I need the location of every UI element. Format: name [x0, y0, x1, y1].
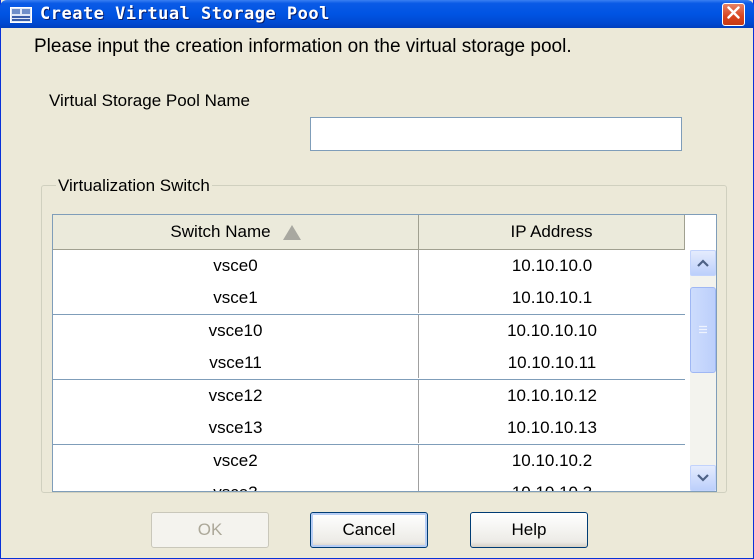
dialog-title: Create Virtual Storage Pool	[40, 4, 330, 24]
table-row[interactable]: vsce3 10.10.10.3	[53, 477, 685, 491]
instruction-text: Please input the creation information on…	[34, 36, 572, 57]
column-header-ip-address[interactable]: IP Address	[419, 215, 685, 250]
create-virtual-storage-pool-dialog: Create Virtual Storage Pool Please input…	[0, 0, 754, 559]
ip-address-cell: 10.10.10.10	[507, 321, 597, 340]
switch-name-cell: vsce3	[53, 477, 419, 491]
table-row[interactable]: vsce10 10.10.10.10	[53, 315, 685, 347]
table-row[interactable]: vsce13 10.10.10.13	[53, 412, 685, 445]
cancel-button[interactable]: Cancel	[310, 512, 428, 548]
close-icon	[727, 5, 740, 24]
ip-address-cell: 10.10.10.2	[511, 451, 593, 470]
ip-address-cell: 10.10.10.11	[507, 352, 597, 372]
column-header-label: IP Address	[510, 222, 593, 241]
column-header-label: Switch Name	[170, 222, 271, 241]
group-legend: Virtualization Switch	[56, 176, 212, 196]
ok-button[interactable]: OK	[151, 512, 269, 548]
ip-address-cell: 10.10.10.13	[507, 417, 597, 437]
ip-address-cell: 10.10.10.0	[511, 256, 593, 275]
switch-name-cell: vsce2	[53, 445, 419, 477]
scroll-up-arrow-icon	[697, 254, 709, 272]
switch-table: Switch Name IP Address vsce0 10.10.10.0 …	[52, 214, 717, 492]
ip-address-cell: 10.10.10.12	[507, 386, 597, 405]
table-row[interactable]: vsce0 10.10.10.0	[53, 250, 685, 282]
scroll-down-button[interactable]	[690, 465, 716, 491]
sort-ascending-icon	[282, 224, 301, 240]
scroll-thumb[interactable]	[690, 287, 716, 373]
scroll-up-button[interactable]	[690, 250, 716, 276]
switch-name-cell: vsce13	[53, 412, 419, 443]
ip-address-cell: 10.10.10.1	[511, 287, 593, 307]
close-button[interactable]	[722, 3, 745, 26]
pool-name-input[interactable]	[310, 117, 682, 151]
help-button[interactable]: Help	[470, 512, 588, 548]
switch-name-cell: vsce1	[53, 282, 419, 313]
column-header-switch-name[interactable]: Switch Name	[53, 215, 419, 250]
table-body: vsce0 10.10.10.0 vsce1 10.10.10.1 vsce10…	[53, 250, 685, 491]
grip-icon	[698, 321, 708, 339]
header-filler	[685, 215, 716, 250]
table-row[interactable]: vsce11 10.10.10.11	[53, 347, 685, 380]
table-row[interactable]: vsce2 10.10.10.2	[53, 445, 685, 477]
table-header: Switch Name IP Address	[53, 215, 685, 250]
switch-name-cell: vsce11	[53, 347, 419, 378]
pool-name-label: Virtual Storage Pool Name	[49, 91, 250, 110]
scroll-down-arrow-icon	[697, 469, 709, 487]
switch-name-cell: vsce12	[53, 380, 419, 412]
switch-name-cell: vsce10	[53, 315, 419, 347]
ip-address-cell: 10.10.10.3	[419, 477, 685, 491]
vertical-scrollbar[interactable]	[690, 250, 716, 491]
storage-pool-icon	[10, 7, 32, 23]
table-row[interactable]: vsce12 10.10.10.12	[53, 380, 685, 412]
table-row[interactable]: vsce1 10.10.10.1	[53, 282, 685, 315]
switch-name-cell: vsce0	[53, 250, 419, 282]
title-bar[interactable]: Create Virtual Storage Pool	[0, 0, 754, 28]
